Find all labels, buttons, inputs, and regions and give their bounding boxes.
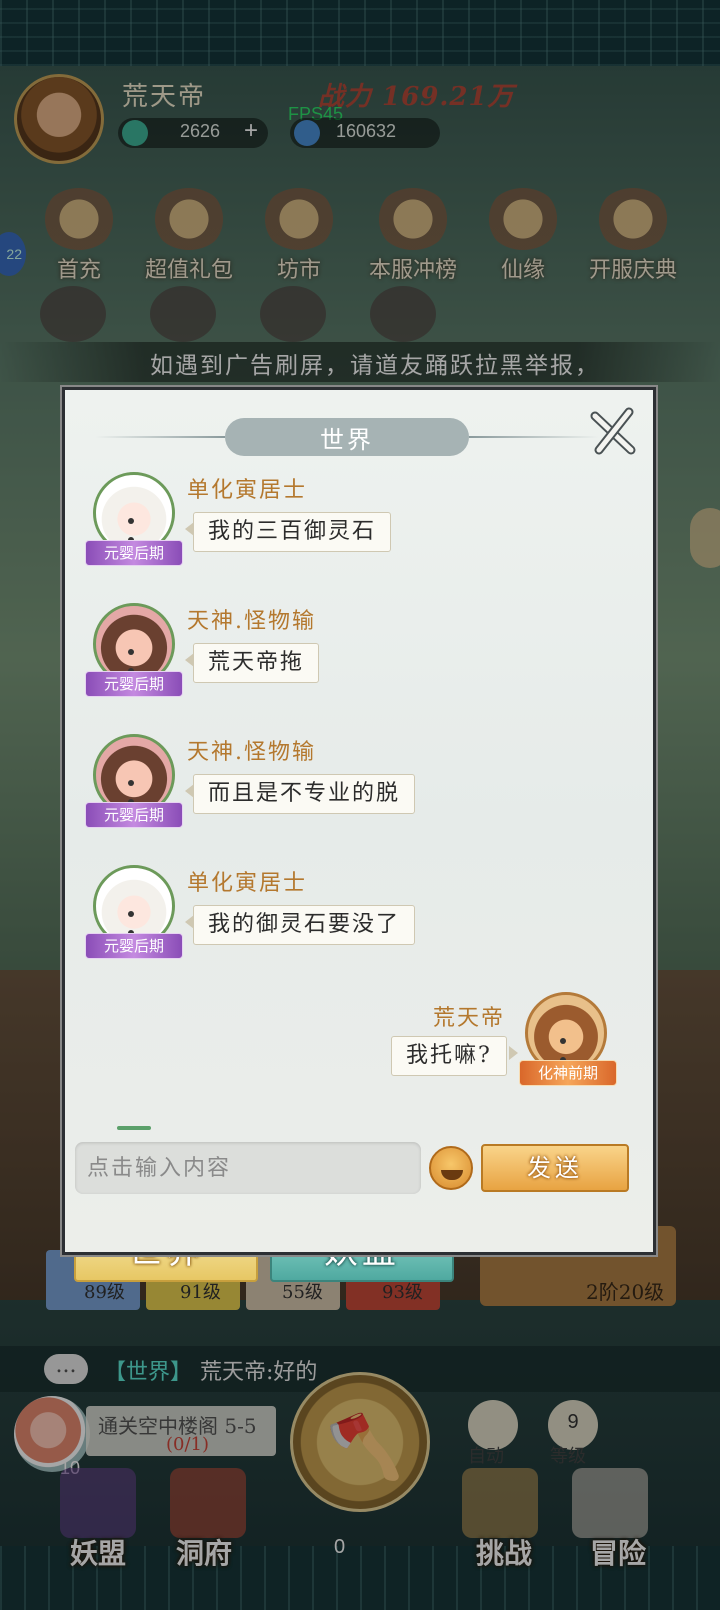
message-username[interactable]: 天神.怪物输 (187, 603, 316, 635)
chat-message: 元婴后期 单化寅居士 我的三百御灵石 (85, 472, 645, 582)
emoji-eyes (441, 1161, 465, 1176)
my-rank-badge: 化神前期 (519, 1060, 617, 1086)
chat-message: 元婴后期 天神.怪物输 而且是不专业的脱 (85, 734, 645, 844)
message-bubble: 荒天帝拖 (193, 643, 320, 683)
bubble-tail (509, 1046, 518, 1060)
send-button[interactable]: 发送 (481, 1144, 629, 1192)
message-username[interactable]: 单化寅居士 (187, 865, 307, 897)
face (122, 902, 152, 936)
chat-input-wrapper[interactable] (75, 1142, 421, 1194)
face (122, 640, 152, 674)
rank-badge: 元婴后期 (85, 671, 183, 697)
emoji-icon[interactable] (429, 1146, 473, 1190)
message-username[interactable]: 天神.怪物输 (187, 734, 316, 766)
dialog-title-plate: 世界 (225, 418, 469, 456)
close-icon[interactable] (587, 406, 639, 458)
message-bubble: 我的三百御灵石 (193, 512, 392, 552)
rank-badge: 元婴后期 (85, 933, 183, 959)
chat-message: 元婴后期 单化寅居士 我的御灵石要没了 (85, 865, 645, 975)
title-divider (95, 436, 225, 438)
face (122, 771, 152, 805)
my-username: 荒天帝 (433, 1006, 506, 1031)
my-message-bubble: 我托嘛? (391, 1036, 507, 1076)
rank-badge: 元婴后期 (85, 540, 183, 566)
emoji-mouth (441, 1170, 463, 1180)
my-chat-message: 荒天帝 我托嘛? 化神前期 (365, 988, 645, 1098)
rank-badge: 元婴后期 (85, 802, 183, 828)
scroll-indicator (117, 1126, 151, 1130)
message-bubble: 而且是不专业的脱 (193, 774, 416, 814)
face (122, 509, 152, 543)
dialog-title: 世界 (320, 426, 374, 454)
title-divider (469, 436, 599, 438)
chat-message: 元婴后期 天神.怪物输 荒天帝拖 (85, 603, 645, 713)
chat-input[interactable] (87, 1150, 407, 1186)
message-username[interactable]: 单化寅居士 (187, 472, 307, 504)
face (554, 1029, 584, 1063)
message-bubble: 我的御灵石要没了 (193, 905, 416, 945)
world-chat-dialog: 世界 元婴后期 单化寅居士 我的三百御灵石 元婴后期 天神.怪物输 荒天帝拖 元… (62, 387, 656, 1255)
dialog-body: 世界 元婴后期 单化寅居士 我的三百御灵石 元婴后期 天神.怪物输 荒天帝拖 元… (65, 390, 653, 1252)
